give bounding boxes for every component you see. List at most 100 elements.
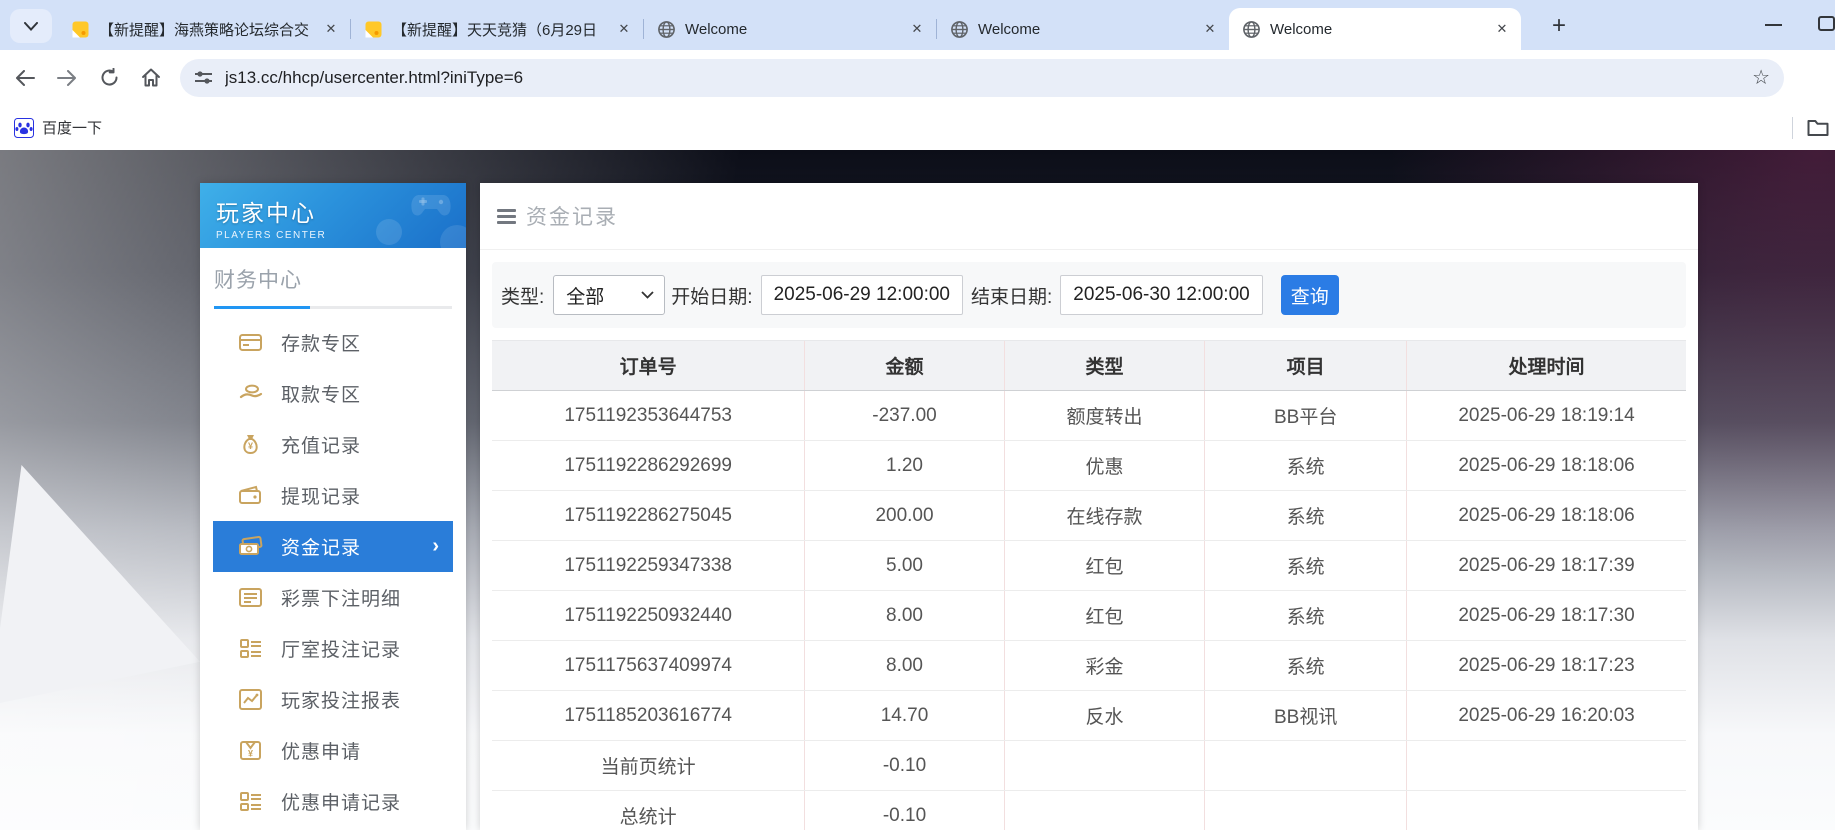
webpage: 玩家中心 PLAYERS CENTER 财务中心 存款专区 取款专区 ¥ 充值记录 提现…: [0, 150, 1835, 830]
sidebar-item-label: 存款专区: [281, 334, 362, 355]
sidebar-item-取款专区[interactable]: 取款专区: [200, 368, 466, 419]
bookmarks-separator: [1792, 116, 1793, 139]
table-cell: 1751192259347338: [492, 540, 805, 591]
type-select[interactable]: 全部: [553, 275, 666, 315]
table-cell: 1751192286275045: [492, 490, 805, 541]
list-icon: [239, 588, 262, 607]
minimize-button[interactable]: [1765, 24, 1782, 26]
tab-close-icon[interactable]: ✕: [1201, 20, 1219, 38]
bookmark-baidu[interactable]: 百度一下: [14, 117, 102, 138]
sidebar-item-优惠申请[interactable]: ¥ 优惠申请: [200, 725, 466, 776]
start-date-label: 开始日期:: [671, 286, 753, 308]
bookmark-star-icon[interactable]: ☆: [1752, 65, 1770, 90]
bookmarks-folder-icon[interactable]: [1807, 119, 1829, 137]
end-date-label: 结束日期:: [971, 286, 1053, 308]
table-cell: 总统计: [492, 790, 805, 830]
sidebar-item-label: 充值记录: [281, 436, 362, 457]
forward-icon: [57, 69, 76, 86]
table-cell: [1406, 740, 1686, 791]
banknotes-icon: [239, 535, 263, 555]
back-button[interactable]: [8, 61, 42, 95]
table-row: 1751175637409974 8.00 彩金 系统 2025-06-29 18:17…: [492, 640, 1686, 691]
panel-header: 资金记录: [480, 183, 1698, 250]
list-blocks-icon: [240, 639, 261, 658]
search-button[interactable]: 查询: [1280, 275, 1339, 315]
sidebar-item-label: 优惠申请记录: [281, 793, 402, 814]
gamepad-icon: [411, 195, 451, 216]
tab-title: 【新提醒】天天竞猜（6月29日: [392, 21, 598, 39]
sidebar-item-label: 取款专区: [281, 385, 362, 406]
browser-toolbar: js13.cc/hhcp/usercenter.html?iniType=6 ☆: [0, 50, 1835, 105]
table-row: 1751192259347338 5.00 红包 系统 2025-06-29 18:17…: [492, 540, 1686, 591]
table-cell: 系统: [1204, 590, 1407, 641]
tab-close-icon[interactable]: ✕: [1493, 20, 1511, 38]
tab-search-button[interactable]: [10, 9, 52, 43]
table-cell: BB平台: [1204, 390, 1407, 441]
table-cell: [1204, 790, 1407, 830]
browser-tab[interactable]: 【新提醒】海燕策略论坛综合交 ✕: [58, 8, 350, 50]
table-header-cell: 订单号: [492, 340, 805, 391]
tab-title: Welcome: [685, 20, 748, 38]
table-row: 当前页统计 -0.10: [492, 740, 1686, 791]
tab-list: 【新提醒】海燕策略论坛综合交 ✕ 【新提醒】天天竞猜（6月29日 ✕ Welcome ✕ W…: [58, 8, 1521, 50]
browser-tab[interactable]: Welcome ✕: [1229, 8, 1521, 50]
deposit-card-icon: [239, 334, 262, 351]
tab-title: Welcome: [978, 20, 1041, 38]
address-bar[interactable]: js13.cc/hhcp/usercenter.html?iniType=6 ☆: [180, 58, 1784, 97]
baidu-favicon: [14, 117, 34, 138]
sidebar-item-彩票下注明细[interactable]: 彩票下注明细: [200, 572, 466, 623]
sidebar-item-厅室投注记录[interactable]: 厅室投注记录: [200, 623, 466, 674]
end-date-input[interactable]: 2025-06-30 12:00:00: [1060, 275, 1263, 315]
table-cell: -237.00: [804, 390, 1005, 441]
tab-close-icon[interactable]: ✕: [615, 20, 633, 38]
browser-tab[interactable]: Welcome ✕: [644, 8, 936, 50]
sidebar-menu: 存款专区取款专区 ¥ 充值记录提现记录 资金记录 › 彩票下注明细 厅室投注记录玩家投注报表…: [200, 317, 466, 827]
sidebar-item-玩家投注报表[interactable]: 玩家投注报表: [200, 674, 466, 725]
table-cell: [1003, 740, 1205, 791]
table-cell: 1751192286292699: [492, 440, 805, 491]
sidebar-item-存款专区[interactable]: 存款专区: [200, 317, 466, 368]
tab-close-icon[interactable]: ✕: [322, 20, 340, 38]
chevron-right-icon: ›: [432, 535, 439, 557]
bookmarks-bar: 百度一下: [0, 105, 1835, 150]
globe-favicon: [1243, 20, 1260, 38]
globe-favicon: [951, 20, 968, 38]
sidebar-item-资金记录[interactable]: 资金记录 ›: [213, 521, 453, 572]
start-date-input[interactable]: 2025-06-29 12:00:00: [760, 275, 963, 315]
sidebar-item-提现记录[interactable]: 提现记录: [200, 470, 466, 521]
sidebar-item-label: 玩家投注报表: [281, 691, 402, 712]
table-cell: 1751185203616774: [492, 690, 805, 741]
table-cell: 系统: [1204, 540, 1407, 591]
hamburger-icon[interactable]: [497, 206, 516, 227]
filter-bar: 类型: 全部 开始日期: 2025-06-29 12:00:00 结束日期: 2…: [492, 262, 1686, 328]
sidebar-header: 玩家中心 PLAYERS CENTER: [200, 183, 466, 248]
table-cell: 1751192353644753: [492, 390, 805, 441]
sidebar-item-优惠申请记录[interactable]: 优惠申请记录: [200, 776, 466, 827]
browser-window: 【新提醒】海燕策略论坛综合交 ✕ 【新提醒】天天竞猜（6月29日 ✕ Welcome ✕ W…: [0, 0, 1835, 830]
table-cell: 2025-06-29 16:20:03: [1406, 690, 1686, 741]
table-cell: 14.70: [804, 690, 1005, 741]
table-cell: 彩金: [1003, 640, 1205, 691]
browser-tab[interactable]: Welcome ✕: [937, 8, 1229, 50]
table-cell: 2025-06-29 18:19:14: [1406, 390, 1686, 441]
forward-button[interactable]: [50, 61, 84, 95]
restore-button[interactable]: [1818, 16, 1835, 31]
home-button[interactable]: [134, 61, 168, 95]
table-cell: 红包: [1003, 590, 1205, 641]
browser-tab[interactable]: 【新提醒】天天竞猜（6月29日 ✕: [351, 8, 643, 50]
sidebar-item-充值记录[interactable]: ¥ 充值记录: [200, 419, 466, 470]
table-cell: 8.00: [804, 590, 1005, 641]
table-cell: 系统: [1204, 640, 1407, 691]
tab-close-icon[interactable]: ✕: [908, 20, 926, 38]
new-tab-button[interactable]: +: [1544, 12, 1574, 42]
svg-text:¥: ¥: [248, 441, 253, 451]
reload-button[interactable]: [92, 61, 126, 95]
table-cell: 优惠: [1003, 440, 1205, 491]
table-cell: 2025-06-29 18:17:30: [1406, 590, 1686, 641]
table-cell: [1204, 740, 1407, 791]
table-cell: 在线存款: [1003, 490, 1205, 541]
table-cell: 红包: [1003, 540, 1205, 591]
chart-icon: [239, 689, 262, 710]
select-chevron-icon: [641, 291, 654, 299]
gift-icon: ¥: [240, 741, 261, 760]
